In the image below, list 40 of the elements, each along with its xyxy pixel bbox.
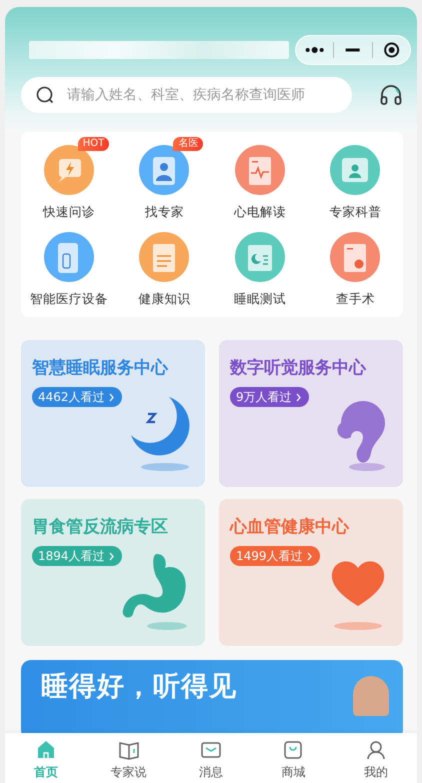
tab[interactable]: 商城 bbox=[252, 733, 335, 783]
views-button[interactable]: 9万人看过 bbox=[230, 387, 309, 407]
tab[interactable]: 我的 bbox=[334, 733, 417, 783]
shortcut-icon[interactable] bbox=[44, 232, 94, 282]
chevron-right-icon bbox=[108, 552, 114, 560]
shortcut-label[interactable]: 查手术 bbox=[336, 290, 375, 307]
headset-icon[interactable] bbox=[379, 83, 403, 107]
chevron-right-icon bbox=[108, 392, 114, 402]
book-icon bbox=[118, 739, 140, 761]
shortcut-label[interactable]: 睡眠测试 bbox=[234, 290, 286, 307]
chevron-right-icon bbox=[296, 392, 301, 402]
badge: 名医 bbox=[173, 137, 204, 151]
tab[interactable]: 消息 bbox=[170, 733, 252, 783]
shortcut-icon[interactable] bbox=[234, 232, 285, 282]
shortcut-label[interactable]: 健康知识 bbox=[138, 290, 190, 307]
card-title: 心血管健康中心 bbox=[230, 516, 349, 538]
shortcut-label[interactable]: 专家科普 bbox=[329, 203, 382, 220]
tab[interactable]: 专家说 bbox=[87, 733, 170, 783]
shortcut-icon[interactable] bbox=[139, 232, 190, 282]
service-card[interactable]: 智慧睡眠服务中心 4462人看过 bbox=[21, 340, 205, 487]
shortcut-label[interactable]: 心电解读 bbox=[234, 203, 286, 220]
card-title: 智慧睡眠服务中心 bbox=[32, 357, 168, 379]
shortcut-icon[interactable] bbox=[234, 145, 285, 195]
user-icon bbox=[364, 739, 387, 761]
shortcut-label[interactable]: 找专家 bbox=[144, 203, 184, 220]
shortcut-icon[interactable] bbox=[330, 232, 380, 282]
card-title: 胃食管反流病专区 bbox=[32, 516, 168, 538]
views-button[interactable]: 4462人看过 bbox=[32, 387, 122, 407]
shortcut-label[interactable]: 快速问诊 bbox=[42, 203, 95, 220]
banner-title: 睡得好，听得见 bbox=[41, 670, 237, 704]
shop-icon bbox=[282, 739, 304, 761]
service-card[interactable]: 数字听觉服务中心 9万人看过 bbox=[219, 340, 403, 487]
chevron-right-icon bbox=[306, 552, 312, 560]
search-field[interactable]: 请输入姓名、科室、疾病名称查询医师 bbox=[21, 77, 352, 113]
badge: HOT bbox=[78, 137, 110, 151]
photo-placeholder bbox=[353, 676, 389, 716]
shortcut-icon[interactable] bbox=[330, 145, 380, 195]
card-title: 数字听觉服务中心 bbox=[230, 357, 366, 379]
shortcut-icon[interactable] bbox=[44, 145, 94, 195]
shortcut-label[interactable]: 智能医疗设备 bbox=[30, 290, 108, 307]
